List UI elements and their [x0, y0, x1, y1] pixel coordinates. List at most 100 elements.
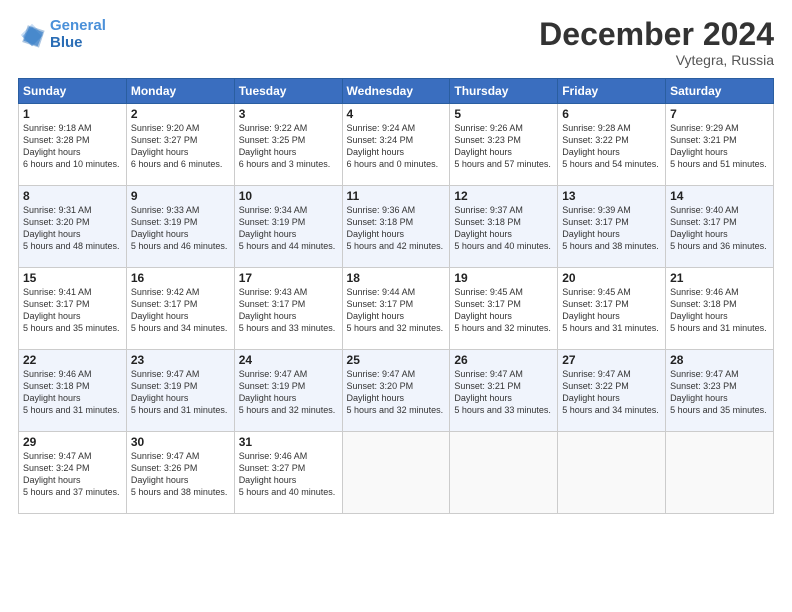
day-number: 9 — [131, 189, 230, 203]
day-header-tuesday: Tuesday — [234, 79, 342, 104]
calendar-cell: 12 Sunrise: 9:37 AMSunset: 3:18 PMDaylig… — [450, 186, 558, 268]
calendar-cell: 19 Sunrise: 9:45 AMSunset: 3:17 PMDaylig… — [450, 268, 558, 350]
day-info: Sunrise: 9:24 AMSunset: 3:24 PMDaylight … — [347, 123, 439, 169]
day-header-sunday: Sunday — [19, 79, 127, 104]
day-number: 28 — [670, 353, 769, 367]
day-number: 14 — [670, 189, 769, 203]
calendar-cell: 1 Sunrise: 9:18 AMSunset: 3:28 PMDayligh… — [19, 104, 127, 186]
day-number: 13 — [562, 189, 661, 203]
day-info: Sunrise: 9:47 AMSunset: 3:24 PMDaylight … — [23, 451, 120, 497]
day-info: Sunrise: 9:26 AMSunset: 3:23 PMDaylight … — [454, 123, 551, 169]
month-title: December 2024 — [539, 18, 774, 50]
day-number: 31 — [239, 435, 338, 449]
day-header-wednesday: Wednesday — [342, 79, 450, 104]
day-number: 18 — [347, 271, 446, 285]
day-number: 7 — [670, 107, 769, 121]
day-number: 23 — [131, 353, 230, 367]
day-info: Sunrise: 9:47 AMSunset: 3:19 PMDaylight … — [131, 369, 228, 415]
day-number: 26 — [454, 353, 553, 367]
calendar-cell: 14 Sunrise: 9:40 AMSunset: 3:17 PMDaylig… — [666, 186, 774, 268]
calendar-cell: 7 Sunrise: 9:29 AMSunset: 3:21 PMDayligh… — [666, 104, 774, 186]
calendar-cell: 15 Sunrise: 9:41 AMSunset: 3:17 PMDaylig… — [19, 268, 127, 350]
day-info: Sunrise: 9:46 AMSunset: 3:18 PMDaylight … — [23, 369, 120, 415]
day-header-monday: Monday — [126, 79, 234, 104]
calendar-cell: 21 Sunrise: 9:46 AMSunset: 3:18 PMDaylig… — [666, 268, 774, 350]
logo: General Blue — [18, 18, 106, 51]
header: General Blue December 2024 Vytegra, Russ… — [18, 18, 774, 68]
day-info: Sunrise: 9:31 AMSunset: 3:20 PMDaylight … — [23, 205, 120, 251]
calendar-cell: 3 Sunrise: 9:22 AMSunset: 3:25 PMDayligh… — [234, 104, 342, 186]
day-info: Sunrise: 9:45 AMSunset: 3:17 PMDaylight … — [454, 287, 551, 333]
calendar-cell: 29 Sunrise: 9:47 AMSunset: 3:24 PMDaylig… — [19, 432, 127, 514]
calendar-cell: 11 Sunrise: 9:36 AMSunset: 3:18 PMDaylig… — [342, 186, 450, 268]
day-number: 3 — [239, 107, 338, 121]
day-info: Sunrise: 9:46 AMSunset: 3:27 PMDaylight … — [239, 451, 336, 497]
calendar-cell: 20 Sunrise: 9:45 AMSunset: 3:17 PMDaylig… — [558, 268, 666, 350]
day-number: 29 — [23, 435, 122, 449]
day-number: 15 — [23, 271, 122, 285]
calendar-cell: 8 Sunrise: 9:31 AMSunset: 3:20 PMDayligh… — [19, 186, 127, 268]
day-number: 30 — [131, 435, 230, 449]
day-info: Sunrise: 9:39 AMSunset: 3:17 PMDaylight … — [562, 205, 659, 251]
day-info: Sunrise: 9:33 AMSunset: 3:19 PMDaylight … — [131, 205, 228, 251]
calendar-cell: 25 Sunrise: 9:47 AMSunset: 3:20 PMDaylig… — [342, 350, 450, 432]
day-number: 6 — [562, 107, 661, 121]
day-info: Sunrise: 9:47 AMSunset: 3:19 PMDaylight … — [239, 369, 336, 415]
day-number: 21 — [670, 271, 769, 285]
day-number: 1 — [23, 107, 122, 121]
logo-icon — [18, 21, 46, 49]
day-number: 10 — [239, 189, 338, 203]
calendar-cell — [342, 432, 450, 514]
day-info: Sunrise: 9:37 AMSunset: 3:18 PMDaylight … — [454, 205, 551, 251]
day-header-saturday: Saturday — [666, 79, 774, 104]
day-info: Sunrise: 9:47 AMSunset: 3:26 PMDaylight … — [131, 451, 228, 497]
calendar-cell: 23 Sunrise: 9:47 AMSunset: 3:19 PMDaylig… — [126, 350, 234, 432]
day-info: Sunrise: 9:41 AMSunset: 3:17 PMDaylight … — [23, 287, 120, 333]
day-info: Sunrise: 9:20 AMSunset: 3:27 PMDaylight … — [131, 123, 223, 169]
day-number: 27 — [562, 353, 661, 367]
day-info: Sunrise: 9:45 AMSunset: 3:17 PMDaylight … — [562, 287, 659, 333]
calendar-cell — [450, 432, 558, 514]
calendar-cell: 28 Sunrise: 9:47 AMSunset: 3:23 PMDaylig… — [666, 350, 774, 432]
day-number: 16 — [131, 271, 230, 285]
logo-text: General Blue — [50, 18, 106, 51]
calendar-cell: 2 Sunrise: 9:20 AMSunset: 3:27 PMDayligh… — [126, 104, 234, 186]
page: General Blue December 2024 Vytegra, Russ… — [0, 0, 792, 612]
calendar-cell: 5 Sunrise: 9:26 AMSunset: 3:23 PMDayligh… — [450, 104, 558, 186]
calendar-cell: 13 Sunrise: 9:39 AMSunset: 3:17 PMDaylig… — [558, 186, 666, 268]
calendar-cell: 10 Sunrise: 9:34 AMSunset: 3:19 PMDaylig… — [234, 186, 342, 268]
day-info: Sunrise: 9:47 AMSunset: 3:23 PMDaylight … — [670, 369, 767, 415]
day-number: 25 — [347, 353, 446, 367]
calendar-cell — [666, 432, 774, 514]
day-header-friday: Friday — [558, 79, 666, 104]
calendar-cell: 26 Sunrise: 9:47 AMSunset: 3:21 PMDaylig… — [450, 350, 558, 432]
day-header-thursday: Thursday — [450, 79, 558, 104]
calendar-cell: 31 Sunrise: 9:46 AMSunset: 3:27 PMDaylig… — [234, 432, 342, 514]
day-info: Sunrise: 9:28 AMSunset: 3:22 PMDaylight … — [562, 123, 659, 169]
day-number: 17 — [239, 271, 338, 285]
calendar-cell: 18 Sunrise: 9:44 AMSunset: 3:17 PMDaylig… — [342, 268, 450, 350]
day-number: 24 — [239, 353, 338, 367]
day-number: 5 — [454, 107, 553, 121]
day-info: Sunrise: 9:47 AMSunset: 3:20 PMDaylight … — [347, 369, 444, 415]
day-number: 19 — [454, 271, 553, 285]
calendar-cell: 30 Sunrise: 9:47 AMSunset: 3:26 PMDaylig… — [126, 432, 234, 514]
calendar-cell: 17 Sunrise: 9:43 AMSunset: 3:17 PMDaylig… — [234, 268, 342, 350]
calendar-cell: 6 Sunrise: 9:28 AMSunset: 3:22 PMDayligh… — [558, 104, 666, 186]
title-block: December 2024 Vytegra, Russia — [539, 18, 774, 68]
calendar-cell: 16 Sunrise: 9:42 AMSunset: 3:17 PMDaylig… — [126, 268, 234, 350]
day-info: Sunrise: 9:40 AMSunset: 3:17 PMDaylight … — [670, 205, 767, 251]
day-info: Sunrise: 9:18 AMSunset: 3:28 PMDaylight … — [23, 123, 120, 169]
calendar-cell: 4 Sunrise: 9:24 AMSunset: 3:24 PMDayligh… — [342, 104, 450, 186]
day-number: 2 — [131, 107, 230, 121]
day-info: Sunrise: 9:44 AMSunset: 3:17 PMDaylight … — [347, 287, 444, 333]
day-info: Sunrise: 9:29 AMSunset: 3:21 PMDaylight … — [670, 123, 767, 169]
day-number: 8 — [23, 189, 122, 203]
calendar-cell: 9 Sunrise: 9:33 AMSunset: 3:19 PMDayligh… — [126, 186, 234, 268]
day-number: 12 — [454, 189, 553, 203]
day-info: Sunrise: 9:46 AMSunset: 3:18 PMDaylight … — [670, 287, 767, 333]
calendar-cell: 27 Sunrise: 9:47 AMSunset: 3:22 PMDaylig… — [558, 350, 666, 432]
location: Vytegra, Russia — [539, 52, 774, 68]
day-info: Sunrise: 9:47 AMSunset: 3:22 PMDaylight … — [562, 369, 659, 415]
day-info: Sunrise: 9:36 AMSunset: 3:18 PMDaylight … — [347, 205, 444, 251]
